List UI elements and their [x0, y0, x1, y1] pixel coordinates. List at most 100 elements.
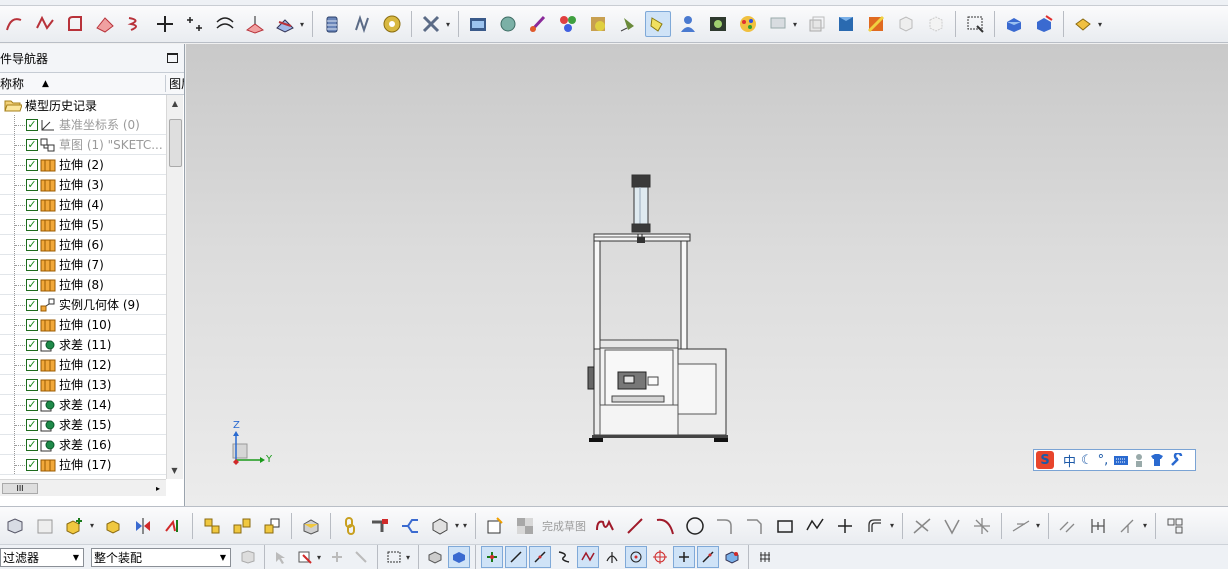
- cursor-icon[interactable]: [270, 546, 292, 568]
- snap-endpoint-icon[interactable]: [481, 546, 503, 568]
- line-icon[interactable]: [622, 513, 648, 539]
- add-component-icon[interactable]: [62, 513, 88, 539]
- chevron-down-icon[interactable]: ▾: [1098, 20, 1106, 29]
- chevron-down-icon[interactable]: ▾: [455, 521, 463, 530]
- profile-icon[interactable]: [592, 513, 618, 539]
- feature-row[interactable]: 求差 (16): [0, 435, 166, 455]
- snap-tangent-icon[interactable]: [601, 546, 623, 568]
- vertical-dim-icon[interactable]: [1085, 513, 1111, 539]
- offset-icon[interactable]: [862, 513, 888, 539]
- visibility-checkbox[interactable]: [26, 178, 38, 191]
- intersection-curve-icon[interactable]: [272, 11, 298, 37]
- spotlight-icon[interactable]: [645, 11, 671, 37]
- trim-icon[interactable]: [909, 513, 935, 539]
- visibility-checkbox[interactable]: [26, 338, 38, 351]
- arc-sketch-icon[interactable]: [652, 513, 678, 539]
- assembly-icon[interactable]: [2, 513, 28, 539]
- visibility-checkbox[interactable]: [26, 398, 38, 411]
- snap-intersection-icon[interactable]: [673, 546, 695, 568]
- routing-icon[interactable]: [397, 513, 423, 539]
- materials-icon[interactable]: [555, 11, 581, 37]
- vertical-scrollbar[interactable]: ▲ ▼: [166, 95, 183, 479]
- keyboard-icon[interactable]: [1113, 454, 1129, 466]
- brush-icon[interactable]: [525, 11, 551, 37]
- dimension-icon[interactable]: [1008, 513, 1034, 539]
- chevron-down-icon[interactable]: ▾: [446, 20, 454, 29]
- feature-row[interactable]: 拉伸 (17): [0, 455, 166, 475]
- snap-point-icon[interactable]: [350, 546, 372, 568]
- feature-row[interactable]: 拉伸 (5): [0, 215, 166, 235]
- fit-view-icon[interactable]: [962, 11, 988, 37]
- visibility-checkbox[interactable]: [26, 258, 38, 271]
- punctuation-icon[interactable]: °,: [1098, 453, 1109, 468]
- feature-row[interactable]: 求差 (11): [0, 335, 166, 355]
- chevron-down-icon[interactable]: ▾: [406, 553, 414, 562]
- sequence-icon[interactable]: [229, 513, 255, 539]
- horizontal-scrollbar[interactable]: III ▸: [0, 479, 166, 496]
- layer-icon[interactable]: [765, 11, 791, 37]
- feature-row[interactable]: 求差 (14): [0, 395, 166, 415]
- circle-icon[interactable]: [682, 513, 708, 539]
- wave-link-icon[interactable]: [259, 513, 285, 539]
- texture-icon[interactable]: [585, 11, 611, 37]
- chevron-down-icon[interactable]: ▾: [890, 521, 898, 530]
- feature-row[interactable]: 拉伸 (10): [0, 315, 166, 335]
- feature-row[interactable]: 基准坐标系 (0): [0, 115, 166, 135]
- snap-icon[interactable]: [326, 546, 348, 568]
- sort-ascending-icon[interactable]: ▲: [42, 79, 49, 89]
- move-component-icon[interactable]: [100, 513, 126, 539]
- background-icon[interactable]: [705, 11, 731, 37]
- feature-row[interactable]: 拉伸 (3): [0, 175, 166, 195]
- feature-row[interactable]: 实例几何体 (9): [0, 295, 166, 315]
- visibility-checkbox[interactable]: [26, 238, 38, 251]
- snap-line-icon[interactable]: [505, 546, 527, 568]
- snap-grid-icon[interactable]: [754, 546, 776, 568]
- movie-icon[interactable]: [465, 11, 491, 37]
- sogou-logo-icon[interactable]: S: [1036, 451, 1054, 469]
- visibility-checkbox[interactable]: [26, 278, 38, 291]
- machine-model[interactable]: [186, 44, 1228, 506]
- hscroll-thumb[interactable]: III: [2, 482, 38, 494]
- point-sketch-icon[interactable]: [832, 513, 858, 539]
- coil-icon[interactable]: [319, 11, 345, 37]
- constraint-icon[interactable]: [160, 513, 186, 539]
- polygon-icon[interactable]: [802, 513, 828, 539]
- feature-row[interactable]: 求差 (15): [0, 415, 166, 435]
- light-icon[interactable]: [615, 11, 641, 37]
- box-select-icon[interactable]: [383, 546, 405, 568]
- exploded-view-icon[interactable]: [199, 513, 225, 539]
- snap-center-icon[interactable]: [625, 546, 647, 568]
- mirror-assembly-icon[interactable]: [130, 513, 156, 539]
- snap-curve-icon[interactable]: [553, 546, 575, 568]
- chevron-down-icon[interactable]: ▾: [1143, 521, 1151, 530]
- visibility-checkbox[interactable]: [26, 118, 38, 131]
- project-curve-icon[interactable]: [242, 11, 268, 37]
- fillet-icon[interactable]: [712, 513, 738, 539]
- visibility-checkbox[interactable]: [26, 358, 38, 371]
- snap-face-icon[interactable]: [721, 546, 743, 568]
- grid-icon[interactable]: [1162, 513, 1188, 539]
- fillet-curve-icon[interactable]: [62, 11, 88, 37]
- body-select-icon[interactable]: [448, 546, 470, 568]
- offset-curve-icon[interactable]: [212, 11, 238, 37]
- filter-icon[interactable]: [237, 546, 259, 568]
- rectangle-icon[interactable]: [772, 513, 798, 539]
- feature-row[interactable]: 拉伸 (7): [0, 255, 166, 275]
- chevron-down-icon[interactable]: ▾: [90, 521, 98, 530]
- shirt-icon[interactable]: [1149, 453, 1165, 467]
- feature-row[interactable]: 草图 (1) "SKETC...: [0, 135, 166, 155]
- palette-icon[interactable]: [735, 11, 761, 37]
- view-triad[interactable]: Z Y: [224, 420, 284, 472]
- view-section-icon[interactable]: [1031, 11, 1057, 37]
- reuse-library-icon[interactable]: [427, 513, 453, 539]
- visibility-checkbox[interactable]: [26, 418, 38, 431]
- visibility-checkbox[interactable]: [26, 158, 38, 171]
- name-column-header[interactable]: 称称 ▲: [0, 75, 165, 92]
- scroll-thumb[interactable]: [169, 119, 182, 167]
- assembly-cut-icon[interactable]: [298, 513, 324, 539]
- feature-row[interactable]: 拉伸 (12): [0, 355, 166, 375]
- link-icon[interactable]: [337, 513, 363, 539]
- point-icon[interactable]: [152, 11, 178, 37]
- face-select-icon[interactable]: [424, 546, 446, 568]
- user-icon[interactable]: [675, 11, 701, 37]
